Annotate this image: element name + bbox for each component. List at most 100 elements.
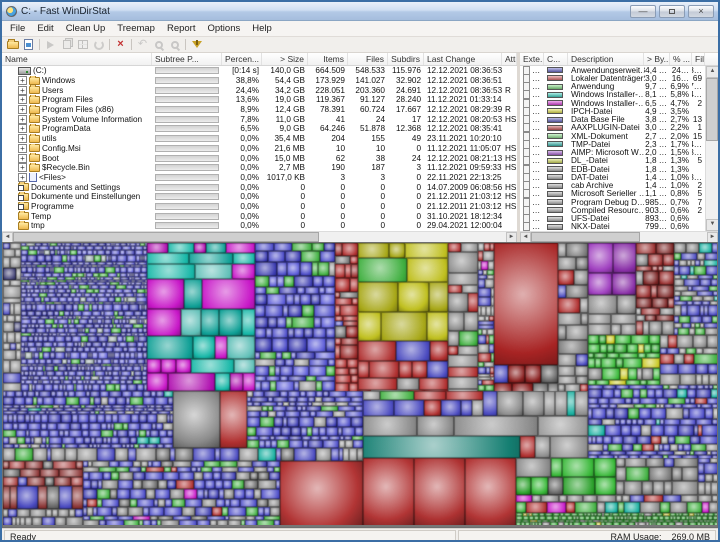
scroll-track[interactable] xyxy=(13,232,506,242)
column-header-by[interactable]: > By... xyxy=(644,53,670,65)
name-cell[interactable]: + Documents and Settings xyxy=(2,182,152,192)
scroll-track[interactable] xyxy=(531,232,707,242)
expand-plus-icon[interactable]: + xyxy=(18,153,27,163)
run-button[interactable] xyxy=(43,38,58,51)
column-header-subdirs[interactable]: Subdirs xyxy=(388,53,424,65)
menu-item-edit[interactable]: Edit xyxy=(31,22,59,35)
directory-row[interactable]: + Config.Msi 0,0% 21,6 MB 10 10 0 11.12.… xyxy=(2,143,517,154)
menu-item-options[interactable]: Options xyxy=(201,22,246,35)
maximize-button[interactable] xyxy=(659,4,685,18)
directory-row[interactable]: + System Volume Information 7,8% 11,0 GB… xyxy=(2,114,517,124)
column-header-exte[interactable]: Exte... xyxy=(520,53,544,65)
directory-row[interactable]: + Temp 0,0% 0 0 0 0 31.10.2021 18:12:34 xyxy=(2,211,517,221)
command-prompt-button[interactable] xyxy=(91,38,106,51)
name-cell[interactable]: + Config.Msi xyxy=(2,143,152,154)
extension-row[interactable]: … Windows Installer-… 6,5 … 4,7% 2 xyxy=(520,99,705,108)
menu-item-treemap[interactable]: Treemap xyxy=(111,22,161,35)
extension-row[interactable]: … DL_-Datei 1,8 … 1,3% 5 xyxy=(520,156,705,165)
extension-row[interactable]: … XML-Dokument 2,7 … 2,0% 15 xyxy=(520,132,705,141)
undo-button[interactable]: ↶ xyxy=(135,38,150,51)
column-header-fil[interactable]: Fil xyxy=(692,53,705,65)
column-header-attri[interactable]: Attri... xyxy=(502,53,517,65)
column-header-c[interactable]: C... xyxy=(544,53,568,65)
copy-path-button[interactable] xyxy=(59,38,74,51)
directory-row[interactable]: + ProgramData 6,5% 9,0 GB 64.246 51.878 … xyxy=(2,124,517,134)
extension-row[interactable]: … Data Base File 3,8 … 2,7% 13 xyxy=(520,115,705,124)
directory-row[interactable]: + <Files> 0,0% 1017,0 KB 3 3 0 22.11.202… xyxy=(2,172,517,183)
expand-plus-icon[interactable]: + xyxy=(18,76,27,86)
expand-plus-icon[interactable]: + xyxy=(18,105,27,115)
column-header-subtreep[interactable]: Subtree P... xyxy=(152,53,222,65)
name-cell[interactable]: + ProgramData xyxy=(2,124,152,134)
name-cell[interactable]: + $Recycle.Bin xyxy=(2,162,152,173)
directory-row[interactable]: + Documents and Settings 0,0% 0 0 0 0 14… xyxy=(2,182,517,192)
column-header-[interactable]: % ... xyxy=(670,53,692,65)
extension-row[interactable]: … UFS-Datei 893… 0,6% xyxy=(520,214,705,223)
scroll-down-icon[interactable]: ▼ xyxy=(706,219,718,231)
close-button[interactable]: × xyxy=(688,4,714,18)
column-header-name[interactable]: Name xyxy=(2,53,152,65)
directory-row[interactable]: + Users 24,4% 34,2 GB 228.051 203.360 24… xyxy=(2,85,517,95)
directory-row[interactable]: + Dokumente und Einstellungen 0,0% 0 0 0… xyxy=(2,191,517,202)
column-header-percen[interactable]: Percen... xyxy=(222,53,262,65)
directory-row[interactable]: + Boot 0,0% 15,0 MB 62 38 24 12.12.2021 … xyxy=(2,153,517,163)
name-cell[interactable]: + Users xyxy=(2,85,152,95)
directory-row[interactable]: + tmp 0,0% 0 0 0 0 29.04.2021 12:00:04 xyxy=(2,221,517,231)
zoom-in-button[interactable] xyxy=(151,38,166,51)
extension-row[interactable]: … AAXPLUGIN-Datei 3,0 … 2,2% 1 xyxy=(520,123,705,132)
scroll-thumb[interactable] xyxy=(706,78,718,142)
extension-row[interactable]: … Anwendung 9,7 … 6,9% 7… xyxy=(520,82,705,91)
treemap-canvas[interactable] xyxy=(3,243,717,525)
extension-row[interactable]: … cab Archive 1,4 … 1,0% 2 xyxy=(520,181,705,190)
zoom-out-button[interactable] xyxy=(167,38,182,51)
scroll-thumb[interactable] xyxy=(531,232,641,242)
scroll-thumb[interactable] xyxy=(13,232,319,242)
column-header-description[interactable]: Description xyxy=(568,53,644,65)
extension-row[interactable]: … DAT-Datei 1,4 … 1,0% 3… xyxy=(520,173,705,182)
extension-vscrollbar[interactable]: ▲ ▼ xyxy=(705,66,718,231)
name-cell[interactable]: + Dokumente und Einstellungen xyxy=(2,191,152,202)
scroll-left-icon[interactable]: ◄ xyxy=(2,232,13,242)
directory-row[interactable]: + Program Files (x86) 8,9% 12,4 GB 78.39… xyxy=(2,104,517,115)
column-header-items[interactable]: Items xyxy=(308,53,348,65)
minimize-button[interactable]: — xyxy=(630,4,656,18)
directory-row[interactable]: + Program Files 13,6% 19,0 GB 119.367 91… xyxy=(2,95,517,105)
column-header-lastchange[interactable]: Last Change xyxy=(424,53,502,65)
expand-plus-icon[interactable]: + xyxy=(18,163,27,173)
menu-item-file[interactable]: File xyxy=(4,22,31,35)
extension-row[interactable]: … Anwendungserweit… 34,4 … 24… 58… xyxy=(520,66,705,75)
directory-list-body[interactable]: + (C:) [0:14 s] 140,0 GB 664.509 548.533… xyxy=(2,66,517,231)
extension-list-body[interactable]: … Anwendungserweit… 34,4 … 24… 58… … Lok… xyxy=(520,66,705,231)
menu-item-report[interactable]: Report xyxy=(161,22,202,35)
expand-plus-icon[interactable]: + xyxy=(18,143,27,153)
extension-row[interactable]: … Compiled Resourc… 903… 0,6% 2 xyxy=(520,206,705,215)
directory-row[interactable]: + $Recycle.Bin 0,0% 2,7 MB 190 187 3 11.… xyxy=(2,162,517,173)
name-cell[interactable]: + Program Files (x86) xyxy=(2,104,152,115)
extension-row[interactable]: … AIMP: Microsoft W… 2,0 … 1,5% 3… xyxy=(520,148,705,157)
name-cell[interactable]: + Boot xyxy=(2,153,152,163)
extension-row[interactable]: … Program Debug D… 985… 0,7% 7 xyxy=(520,198,705,207)
name-cell[interactable]: + Programme xyxy=(2,201,152,212)
directory-row[interactable]: + Windows 38,8% 54,4 GB 173.929 141.027 … xyxy=(2,75,517,86)
expand-plus-icon[interactable]: + xyxy=(18,114,27,124)
scroll-up-icon[interactable]: ▲ xyxy=(706,66,718,78)
expand-plus-icon[interactable]: + xyxy=(18,95,27,105)
extension-row[interactable]: … NKX-Datei 799… 0,6% xyxy=(520,222,705,231)
name-cell[interactable]: + Program Files xyxy=(2,95,152,105)
title-bar[interactable]: C: - Fast WinDirStat — × xyxy=(2,2,718,21)
extension-row[interactable]: … Microsoft Serieller … 1,1 … 0,8% 5 xyxy=(520,189,705,198)
scroll-track[interactable] xyxy=(706,78,718,219)
extension-row[interactable]: … IPCH-Datei 4,9 … 3,5% xyxy=(520,107,705,116)
name-cell[interactable]: + (C:) xyxy=(2,66,152,76)
extension-row[interactable]: … EDB-Datei 1,8 … 1,3% xyxy=(520,165,705,174)
extension-row[interactable]: … Windows Installer-… 8,1 … 5,8% 1,4… xyxy=(520,90,705,99)
name-cell[interactable]: + tmp xyxy=(2,221,152,231)
menu-item-help[interactable]: Help xyxy=(246,22,278,35)
directory-row[interactable]: + (C:) [0:14 s] 140,0 GB 664.509 548.533… xyxy=(2,66,517,76)
expand-plus-icon[interactable]: + xyxy=(18,134,27,144)
refresh-selected-button[interactable] xyxy=(21,38,36,51)
extension-row[interactable]: … Lokaler Datenträger 23,0 … 16… 69 xyxy=(520,74,705,83)
expand-plus-icon[interactable]: + xyxy=(18,172,27,182)
directory-row[interactable]: + utils 0,0% 35,4 MB 204 155 49 23.11.20… xyxy=(2,133,517,144)
directory-hscrollbar[interactable]: ◄ ► xyxy=(2,231,517,242)
